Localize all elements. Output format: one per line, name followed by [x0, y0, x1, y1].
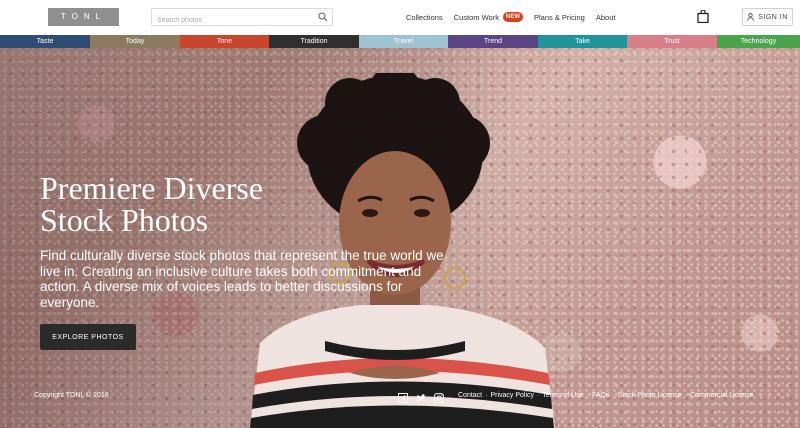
new-badge: NEW [502, 12, 523, 22]
nav-plans-pricing[interactable]: Plans & Pricing [534, 13, 585, 22]
main-nav: Collections Custom Work NEW Plans & Pric… [406, 10, 626, 24]
category-bar: Taste Today Tone Tradition Travel Trend … [0, 35, 800, 48]
footer-link-stock-photo-license[interactable]: Stock Photo License [618, 392, 682, 399]
social-links [398, 390, 452, 403]
tonl-logo[interactable]: TONL [48, 8, 119, 26]
hero-description: Find culturally diverse stock photos tha… [40, 248, 444, 310]
sign-in-label: SIGN IN [758, 13, 788, 21]
hero-title-line-1: Premiere Diverse [40, 170, 264, 206]
facebook-icon[interactable] [398, 390, 408, 403]
sign-in-button[interactable]: SIGN IN [742, 8, 793, 26]
nav-about[interactable]: About [596, 13, 616, 22]
search-input[interactable] [157, 12, 307, 29]
copyright-text: Copyright TONL © 2018 [34, 392, 109, 399]
explore-photos-button[interactable]: EXPLORE PHOTOS [40, 324, 136, 350]
nav-collections[interactable]: Collections [406, 13, 443, 22]
category-take[interactable]: Take [538, 35, 627, 48]
separator: · [612, 392, 615, 399]
separator: · [537, 392, 540, 399]
separator: · [684, 392, 687, 399]
footer-link-faqs[interactable]: FAQs [592, 392, 610, 399]
instagram-icon[interactable] [434, 390, 444, 403]
footer-link-contact[interactable]: Contact [458, 392, 482, 399]
nav-custom-work-label: Custom Work [453, 12, 499, 22]
category-tone[interactable]: Tone [180, 35, 269, 48]
nav-custom-work[interactable]: Custom Work NEW [454, 12, 523, 22]
category-tradition[interactable]: Tradition [269, 35, 359, 48]
nav-about-label: About [595, 12, 616, 22]
footer-link-commercial-license[interactable]: Commercial License [690, 392, 753, 399]
twitter-icon[interactable] [416, 390, 426, 401]
category-technology[interactable]: Technology [717, 35, 800, 48]
category-trend[interactable]: Trend [448, 35, 538, 48]
separator: · [485, 392, 488, 399]
category-taste[interactable]: Taste [0, 35, 90, 48]
category-today[interactable]: Today [90, 35, 180, 48]
hero-title: Premiere Diverse Stock Photos [40, 172, 340, 236]
user-icon [747, 13, 755, 21]
nav-collections-label: Collections [406, 12, 443, 22]
hero-title-line-2: Stock Photos [40, 202, 209, 238]
category-travel[interactable]: Travel [359, 35, 448, 48]
hero-section: Premiere Diverse Stock Photos Find cultu… [0, 48, 800, 428]
category-trust[interactable]: Trust [627, 35, 717, 48]
site-header: TONL Collections Custom Work NEW Plans &… [0, 0, 800, 35]
search-icon[interactable] [318, 12, 328, 22]
nav-plans-pricing-label: Plans & Pricing [533, 12, 585, 22]
footer-link-terms-of-use[interactable]: Terms of Use [542, 392, 583, 399]
search-box [151, 8, 333, 29]
shopping-bag-icon[interactable] [697, 10, 709, 23]
footer-links: Contact · Privacy Policy · Terms of Use … [458, 392, 753, 399]
separator: · [586, 392, 589, 399]
footer-link-privacy-policy[interactable]: Privacy Policy [490, 392, 534, 399]
